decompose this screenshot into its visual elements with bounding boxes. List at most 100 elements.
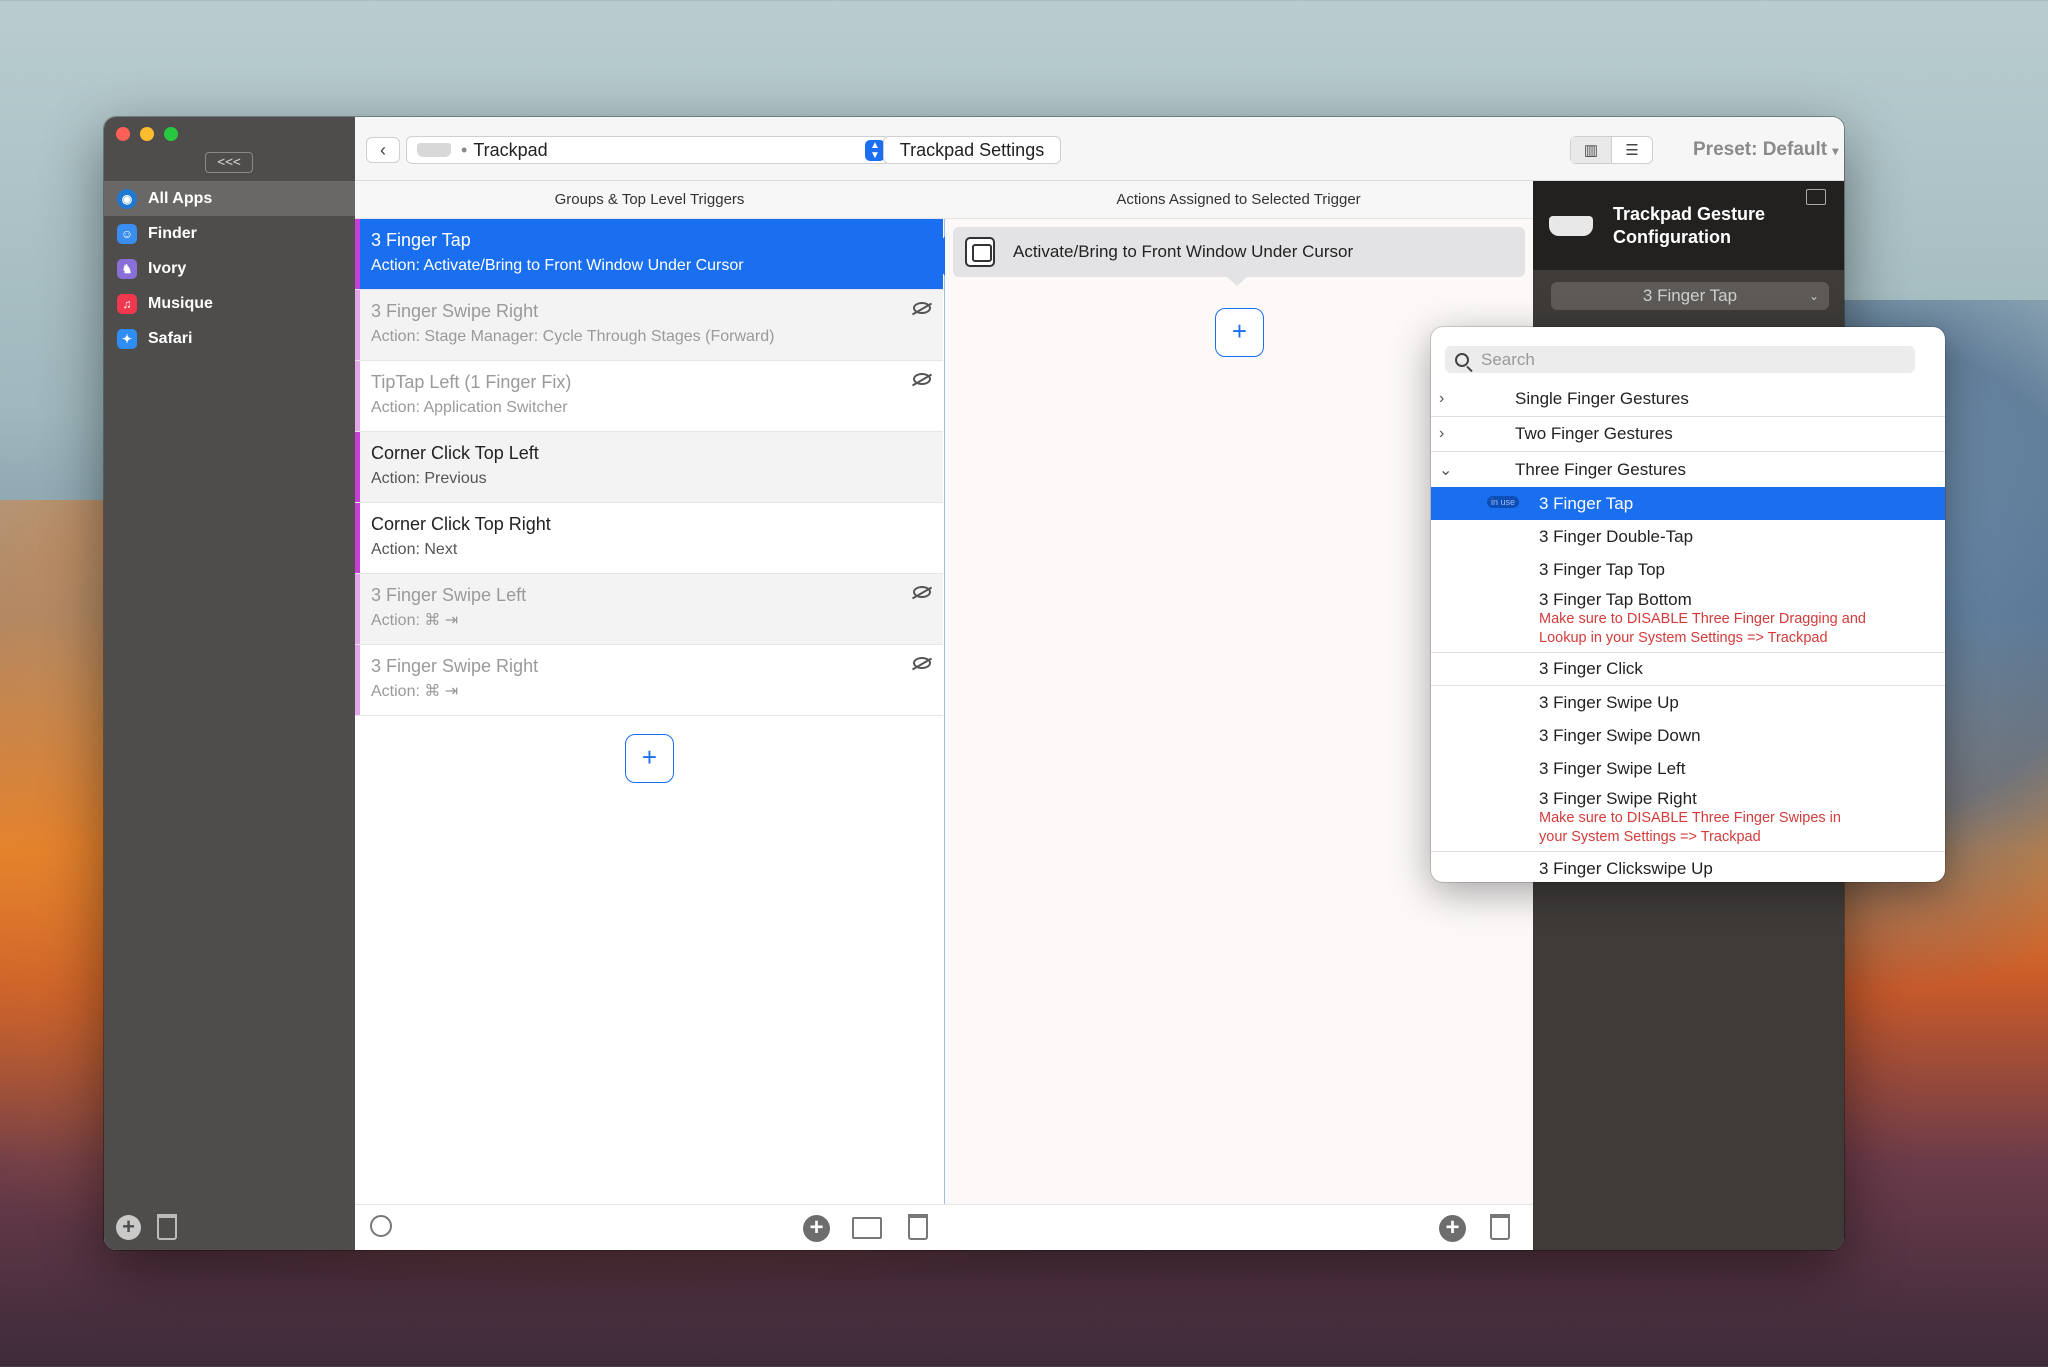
minimize-window-button[interactable] [140,127,154,141]
category-label: Two Finger Gestures [1515,424,1673,443]
trigger-row[interactable]: Corner Click Top Right Action: Next [355,503,943,574]
popup-search-field[interactable]: Search [1445,346,1915,373]
trigger-color-bar [355,361,360,431]
trigger-row[interactable]: 3 Finger Swipe Right Action: ⌘ ⇥ [355,645,943,716]
gesture-list: › Single Finger Gestures › Two Finger Ge… [1431,382,1945,882]
app-item-all-apps[interactable]: ◉ All Apps [104,181,355,216]
trigger-color-bar [355,290,360,360]
hidden-eye-icon [913,302,931,314]
actions-column-header: Actions Assigned to Selected Trigger [944,181,1533,219]
actions-footer: + [944,1204,1533,1250]
hidden-eye-icon [913,586,931,598]
gesture-warning: Lookup in your System Settings => Trackp… [1539,630,1828,646]
trackpad-icon [417,143,451,157]
trigger-row[interactable]: 3 Finger Swipe Right Action: Stage Manag… [355,290,943,361]
delete-trigger-icon[interactable] [908,1214,928,1240]
preset-label: Preset: Default [1693,139,1828,160]
gesture-option[interactable]: 3 Finger Click [1431,653,1945,686]
gesture-option[interactable]: 3 Finger Swipe Right Make sure to DISABL… [1431,785,1945,852]
music-icon: ♫ [117,293,137,314]
delete-app-button[interactable] [157,1214,177,1240]
app-item-label: All Apps [148,189,213,207]
gesture-option[interactable]: 3 Finger Swipe Down [1431,719,1945,752]
add-trigger-button[interactable]: + [625,734,674,783]
category-two-finger[interactable]: › Two Finger Gestures [1431,417,1945,452]
trigger-list: 3 Finger Tap Action: Activate/Bring to F… [355,219,943,716]
gesture-option-label: 3 Finger Swipe Left [1539,758,1686,778]
gesture-option-label: 3 Finger Swipe Down [1539,725,1701,745]
config-title-line1: Trackpad Gesture [1613,203,1766,224]
gesture-picker-popup: Search › Single Finger Gestures › Two Fi… [1431,327,1945,882]
search-icon[interactable] [370,1215,392,1237]
gesture-option[interactable]: 3 Finger Double-Tap [1431,520,1945,553]
add-action-footer-button[interactable]: + [1439,1215,1466,1242]
gesture-option[interactable]: in use 3 Finger Tap [1431,487,1945,520]
gesture-option[interactable]: 3 Finger Swipe Up [1431,686,1945,719]
gesture-option[interactable]: 3 Finger Clickswipe Up [1431,852,1945,882]
add-trigger-footer-button[interactable]: + [803,1215,830,1242]
triggers-footer: + [355,1204,944,1250]
gesture-select-label: 3 Finger Tap [1642,286,1738,305]
triggers-column-header: Groups & Top Level Triggers [355,181,944,219]
globe-icon: ◉ [117,188,137,209]
add-app-button[interactable]: + [116,1214,141,1240]
trigger-action: Action: ⌘ ⇥ [371,612,459,629]
chevron-down-icon: ⌄ [1808,289,1819,303]
trigger-action: Action: Previous [371,470,487,487]
trigger-color-bar [355,219,360,289]
gesture-option[interactable]: 3 Finger Tap Bottom Make sure to DISABLE… [1431,586,1945,653]
gesture-select[interactable]: 3 Finger Tap ⌄ [1551,282,1829,310]
new-folder-icon[interactable] [852,1217,882,1239]
app-item-label: Finder [148,224,197,242]
category-single-finger[interactable]: › Single Finger Gestures [1431,382,1945,417]
trigger-row[interactable]: TipTap Left (1 Finger Fix) Action: Appli… [355,361,943,432]
trigger-row[interactable]: Corner Click Top Left Action: Previous [355,432,943,503]
trigger-action: Action: Next [371,541,458,558]
trigger-name: Corner Click Top Left [371,443,539,463]
app-item-safari[interactable]: ✦ Safari [104,321,355,356]
maximize-window-button[interactable] [164,127,178,141]
chevron-down-icon: ⌄ [1439,461,1453,479]
chevron-updown-icon: ▲ ▼ [865,140,885,161]
collapse-sidebar-button[interactable]: <<< [205,152,253,173]
app-item-label: Ivory [148,259,187,277]
chevron-down-icon: ▾ [1832,144,1839,158]
windows-icon [965,237,995,267]
preset-menu[interactable]: Preset: Default ▾ [1693,135,1838,166]
gesture-warning: your System Settings => Trackpad [1539,829,1761,845]
chevron-right-icon: › [1439,390,1445,407]
gesture-option-label: 3 Finger Swipe Up [1539,692,1679,712]
device-select[interactable]: • Trackpad ▲ ▼ [406,136,890,164]
hidden-eye-icon [913,373,931,385]
category-three-finger[interactable]: ⌄ Three Finger Gestures [1431,452,1945,487]
search-icon [1455,352,1469,367]
category-label: Single Finger Gestures [1515,389,1689,408]
trackpad-settings-button[interactable]: Trackpad Settings [883,136,1061,164]
safari-icon: ✦ [117,328,137,349]
list-view-icon[interactable]: ☰ [1612,137,1652,163]
columns-view-icon[interactable]: ▥ [1571,137,1612,163]
trigger-color-bar [355,645,360,715]
gesture-option-label: 3 Finger Tap Bottom [1539,590,1692,609]
trigger-color-bar [355,574,360,644]
config-title-line2: Configuration [1613,226,1731,247]
gesture-warning: Make sure to DISABLE Three Finger Swipes… [1539,810,1841,826]
trigger-name: Corner Click Top Right [371,514,551,534]
detach-window-icon[interactable] [1806,189,1826,205]
app-item-musique[interactable]: ♫ Musique [104,286,355,321]
action-label: Activate/Bring to Front Window Under Cur… [1013,242,1354,261]
gesture-option[interactable]: 3 Finger Swipe Left [1431,752,1945,785]
gesture-option[interactable]: 3 Finger Tap Top [1431,553,1945,586]
bullet-icon: • [461,139,468,160]
delete-action-icon[interactable] [1490,1214,1510,1240]
gesture-option-label: 3 Finger Click [1539,659,1643,678]
close-window-button[interactable] [116,127,130,141]
trigger-row[interactable]: 3 Finger Swipe Left Action: ⌘ ⇥ [355,574,943,645]
app-item-ivory[interactable]: ♞ Ivory [104,251,355,286]
back-button[interactable]: ‹ [366,137,400,163]
trigger-row[interactable]: 3 Finger Tap Action: Activate/Bring to F… [355,219,943,290]
finder-icon: ☺ [117,223,137,244]
app-item-finder[interactable]: ☺ Finder [104,216,355,251]
add-action-button[interactable]: + [1215,308,1264,357]
action-item[interactable]: Activate/Bring to Front Window Under Cur… [953,227,1525,277]
